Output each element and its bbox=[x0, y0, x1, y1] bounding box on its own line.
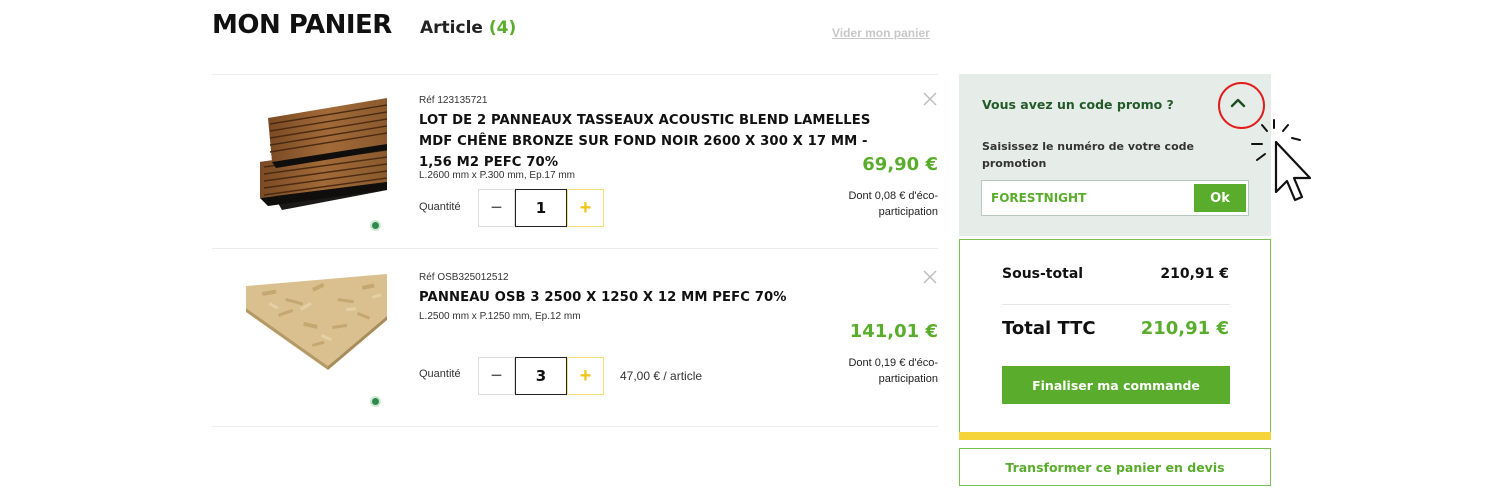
decrease-quantity-button[interactable]: − bbox=[478, 189, 515, 227]
promo-ok-button[interactable]: Ok bbox=[1194, 184, 1246, 212]
product-dimensions: L.2500 mm x P.1250 mm, Ep.12 mm bbox=[419, 311, 581, 322]
promo-title[interactable]: Vous avez un code promo ? bbox=[982, 97, 1174, 112]
product-ref: Réf 123135721 bbox=[419, 95, 488, 106]
eco-participation: Dont 0,08 € d'éco-participation bbox=[848, 190, 938, 218]
order-summary: Sous-total 210,91 € Total TTC 210,91 € F… bbox=[959, 239, 1271, 440]
quantity-label: Quantité bbox=[419, 201, 461, 213]
promo-hint: Saisissez le numéro de votre code promot… bbox=[982, 140, 1194, 170]
divider bbox=[1002, 304, 1230, 305]
item-price: 141,01 € bbox=[849, 321, 938, 342]
article-count: Article (4) bbox=[420, 18, 516, 38]
convert-to-quote-button[interactable]: Transformer ce panier en devis bbox=[959, 448, 1271, 486]
checkout-button[interactable]: Finaliser ma commande bbox=[1002, 366, 1230, 404]
total-label: Total TTC bbox=[1002, 318, 1096, 339]
product-dimensions: L.2600 mm x P.300 mm, Ep.17 mm bbox=[419, 170, 575, 181]
product-ref: Réf OSB325012512 bbox=[419, 272, 509, 283]
total-value: 210,91 € bbox=[1140, 318, 1229, 339]
unit-price: 47,00 € / article bbox=[620, 369, 703, 383]
eco-participation: Dont 0,19 € d'éco-participation bbox=[848, 357, 938, 385]
quantity-stepper: − + bbox=[478, 357, 604, 395]
eco-leaf-icon bbox=[370, 396, 381, 407]
accent-bar bbox=[959, 432, 1271, 440]
promo-code-field: Ok bbox=[981, 180, 1249, 216]
close-icon[interactable] bbox=[922, 91, 938, 107]
item-price: 69,90 € bbox=[862, 154, 938, 175]
clear-cart-link[interactable]: Vider mon panier bbox=[832, 26, 930, 40]
subtotal-value: 210,91 € bbox=[1160, 266, 1229, 282]
product-name[interactable]: LOT DE 2 PANNEAUX TASSEAUX ACOUSTIC BLEN… bbox=[419, 110, 899, 173]
subtotal-label: Sous-total bbox=[1002, 266, 1084, 282]
product-name[interactable]: PANNEAU OSB 3 2500 X 1250 X 12 MM PEFC 7… bbox=[419, 287, 899, 308]
quantity-label: Quantité bbox=[419, 368, 461, 380]
article-label: Article bbox=[420, 18, 483, 38]
quantity-stepper: − + bbox=[478, 189, 604, 227]
quantity-input[interactable] bbox=[515, 189, 567, 227]
eco-leaf-icon bbox=[370, 220, 381, 231]
wood-slat-panels-image bbox=[260, 98, 387, 210]
page-title: MON PANIER bbox=[212, 10, 392, 40]
cart-item: Réf OSB325012512 PANNEAU OSB 3 2500 X 12… bbox=[212, 248, 938, 426]
article-count-number: (4) bbox=[488, 18, 517, 38]
cart-item: Réf 123135721 LOT DE 2 PANNEAUX TASSEAUX… bbox=[212, 74, 938, 248]
increase-quantity-button[interactable]: + bbox=[567, 357, 604, 395]
close-icon[interactable] bbox=[922, 269, 938, 285]
increase-quantity-button[interactable]: + bbox=[567, 189, 604, 227]
promo-code-input[interactable] bbox=[982, 181, 1190, 215]
click-cursor-icon bbox=[1251, 119, 1312, 202]
osb-board-image bbox=[246, 274, 387, 370]
divider bbox=[212, 426, 938, 427]
quantity-input[interactable] bbox=[515, 357, 567, 395]
decrease-quantity-button[interactable]: − bbox=[478, 357, 515, 395]
